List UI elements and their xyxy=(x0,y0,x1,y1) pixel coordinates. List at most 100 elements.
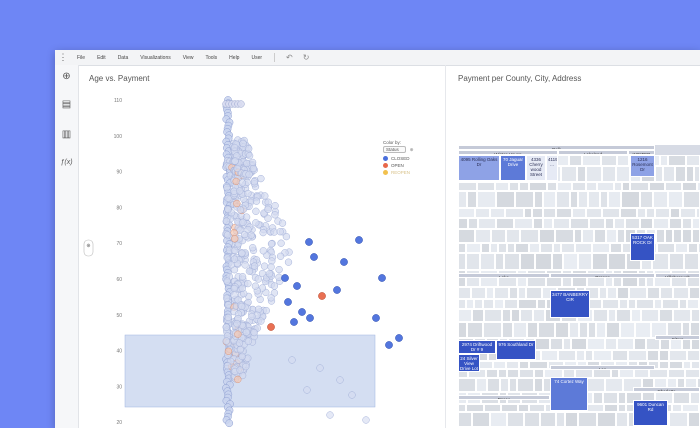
treemap-cell[interactable] xyxy=(458,287,471,299)
treemap-cell[interactable] xyxy=(617,155,629,166)
treemap-cell[interactable] xyxy=(468,218,478,229)
treemap-cell[interactable] xyxy=(467,322,483,338)
treemap-cell[interactable] xyxy=(506,229,520,243)
treemap-tile[interactable]: 4336 Cherry wood Street xyxy=(526,155,546,181)
scatter-point[interactable] xyxy=(236,366,244,374)
treemap-cell[interactable] xyxy=(477,182,495,191)
axis-handle-icon[interactable]: ⊕ xyxy=(86,243,90,249)
treemap-cell[interactable] xyxy=(507,243,515,253)
scatter-point-open[interactable] xyxy=(318,292,326,300)
treemap-cell[interactable] xyxy=(640,218,653,229)
treemap-cell[interactable] xyxy=(653,218,669,229)
treemap-cell[interactable] xyxy=(670,208,680,218)
scatter-point[interactable] xyxy=(244,225,252,234)
treemap-cell[interactable] xyxy=(614,218,625,229)
treemap-cell[interactable] xyxy=(694,166,700,182)
treemap-cell[interactable] xyxy=(509,182,519,191)
treemap-cell[interactable] xyxy=(635,322,651,338)
treemap-cell[interactable] xyxy=(611,369,619,378)
scatter-point-open[interactable] xyxy=(267,323,275,331)
treemap-cell[interactable] xyxy=(519,369,534,378)
treemap-cell[interactable] xyxy=(498,369,507,378)
scatter-point[interactable] xyxy=(223,231,232,239)
scatter-point[interactable] xyxy=(303,386,311,394)
treemap-cell[interactable] xyxy=(577,166,586,182)
scatter-point[interactable] xyxy=(223,362,232,370)
treemap-cell[interactable] xyxy=(610,243,622,253)
treemap-cell[interactable] xyxy=(672,404,682,412)
treemap-cell[interactable] xyxy=(572,182,586,191)
treemap-cell[interactable] xyxy=(575,243,592,253)
treemap-tile[interactable]: 1216 Rosemont Dr xyxy=(630,155,655,177)
treemap-cell[interactable] xyxy=(557,182,572,191)
treemap-cell[interactable] xyxy=(471,287,486,299)
scatter-point[interactable] xyxy=(222,217,231,225)
treemap-tile[interactable]: 4119 ... xyxy=(546,155,558,181)
treemap-cell[interactable] xyxy=(494,299,504,309)
treemap-cell[interactable] xyxy=(513,322,527,338)
treemap-cell[interactable] xyxy=(466,299,474,309)
scatter-point[interactable] xyxy=(236,206,245,214)
scatter-point[interactable] xyxy=(267,240,276,248)
treemap-cell[interactable] xyxy=(490,243,498,253)
treemap-cell[interactable] xyxy=(669,218,682,229)
treemap-cell[interactable] xyxy=(555,229,574,243)
scatter-point[interactable] xyxy=(267,294,275,302)
scatter-point[interactable] xyxy=(225,419,234,428)
scatter-point-closed[interactable] xyxy=(372,314,380,322)
scatter-point[interactable] xyxy=(231,235,239,243)
treemap-cell[interactable] xyxy=(494,287,509,299)
treemap-cell[interactable] xyxy=(687,350,700,361)
treemap-cell[interactable] xyxy=(570,218,589,229)
treemap-cell[interactable] xyxy=(519,182,529,191)
treemap-cell[interactable] xyxy=(475,208,490,218)
scatter-point[interactable] xyxy=(276,228,284,236)
treemap-cell[interactable] xyxy=(683,361,691,369)
treemap-tile[interactable]: 74 Cortez Way xyxy=(550,377,588,411)
treemap-tile[interactable]: 5317 OAK ROCK Dr xyxy=(630,233,655,261)
treemap-cell[interactable] xyxy=(484,404,501,412)
scatter-point[interactable] xyxy=(261,192,269,200)
treemap-cell[interactable] xyxy=(602,166,616,182)
scatter-point[interactable] xyxy=(238,284,246,292)
treemap-cell[interactable] xyxy=(458,208,475,218)
treemap-cell[interactable] xyxy=(599,287,607,299)
treemap-cell[interactable] xyxy=(540,412,556,427)
treemap-cell[interactable] xyxy=(605,218,614,229)
scatter-point[interactable] xyxy=(238,352,246,361)
scatter-point[interactable] xyxy=(244,337,252,345)
treemap-cell[interactable] xyxy=(617,229,625,243)
treemap-cell[interactable] xyxy=(504,253,520,270)
scatter-point[interactable] xyxy=(235,339,244,347)
treemap-cell[interactable] xyxy=(682,404,699,412)
treemap-cell[interactable] xyxy=(669,350,687,361)
bar-chart-icon[interactable]: ▥ xyxy=(55,129,78,140)
scatter-point-closed[interactable] xyxy=(281,274,289,282)
treemap-cell[interactable] xyxy=(511,309,520,322)
treemap-cell[interactable] xyxy=(593,309,608,322)
treemap-cell[interactable] xyxy=(684,253,699,270)
scatter-point[interactable] xyxy=(271,202,279,210)
treemap-group-header[interactable]: Charlotte xyxy=(633,387,700,392)
treemap-cell[interactable] xyxy=(498,243,507,253)
treemap-cell[interactable] xyxy=(486,287,494,299)
scatter-point[interactable] xyxy=(277,239,285,247)
scatter-point[interactable] xyxy=(249,244,257,252)
treemap-cell[interactable] xyxy=(534,369,544,378)
treemap-cell[interactable] xyxy=(493,361,506,369)
treemap-cell[interactable] xyxy=(543,218,553,229)
treemap-cell[interactable] xyxy=(578,253,592,270)
treemap-cell[interactable] xyxy=(543,191,556,208)
scatter-point-closed[interactable] xyxy=(333,286,341,294)
treemap-cell[interactable] xyxy=(480,253,495,270)
treemap-cell[interactable] xyxy=(558,350,576,361)
treemap-cell[interactable] xyxy=(535,338,550,350)
treemap-cell[interactable] xyxy=(518,404,529,412)
formula-icon[interactable]: ƒ(x) xyxy=(55,159,78,166)
scatter-point[interactable] xyxy=(224,347,233,355)
treemap-cell[interactable] xyxy=(634,338,646,350)
treemap-cell[interactable] xyxy=(472,412,490,427)
treemap-cell[interactable] xyxy=(532,208,543,218)
treemap-cell[interactable] xyxy=(520,309,533,322)
treemap-group-header[interactable]: Citrus xyxy=(655,335,700,340)
